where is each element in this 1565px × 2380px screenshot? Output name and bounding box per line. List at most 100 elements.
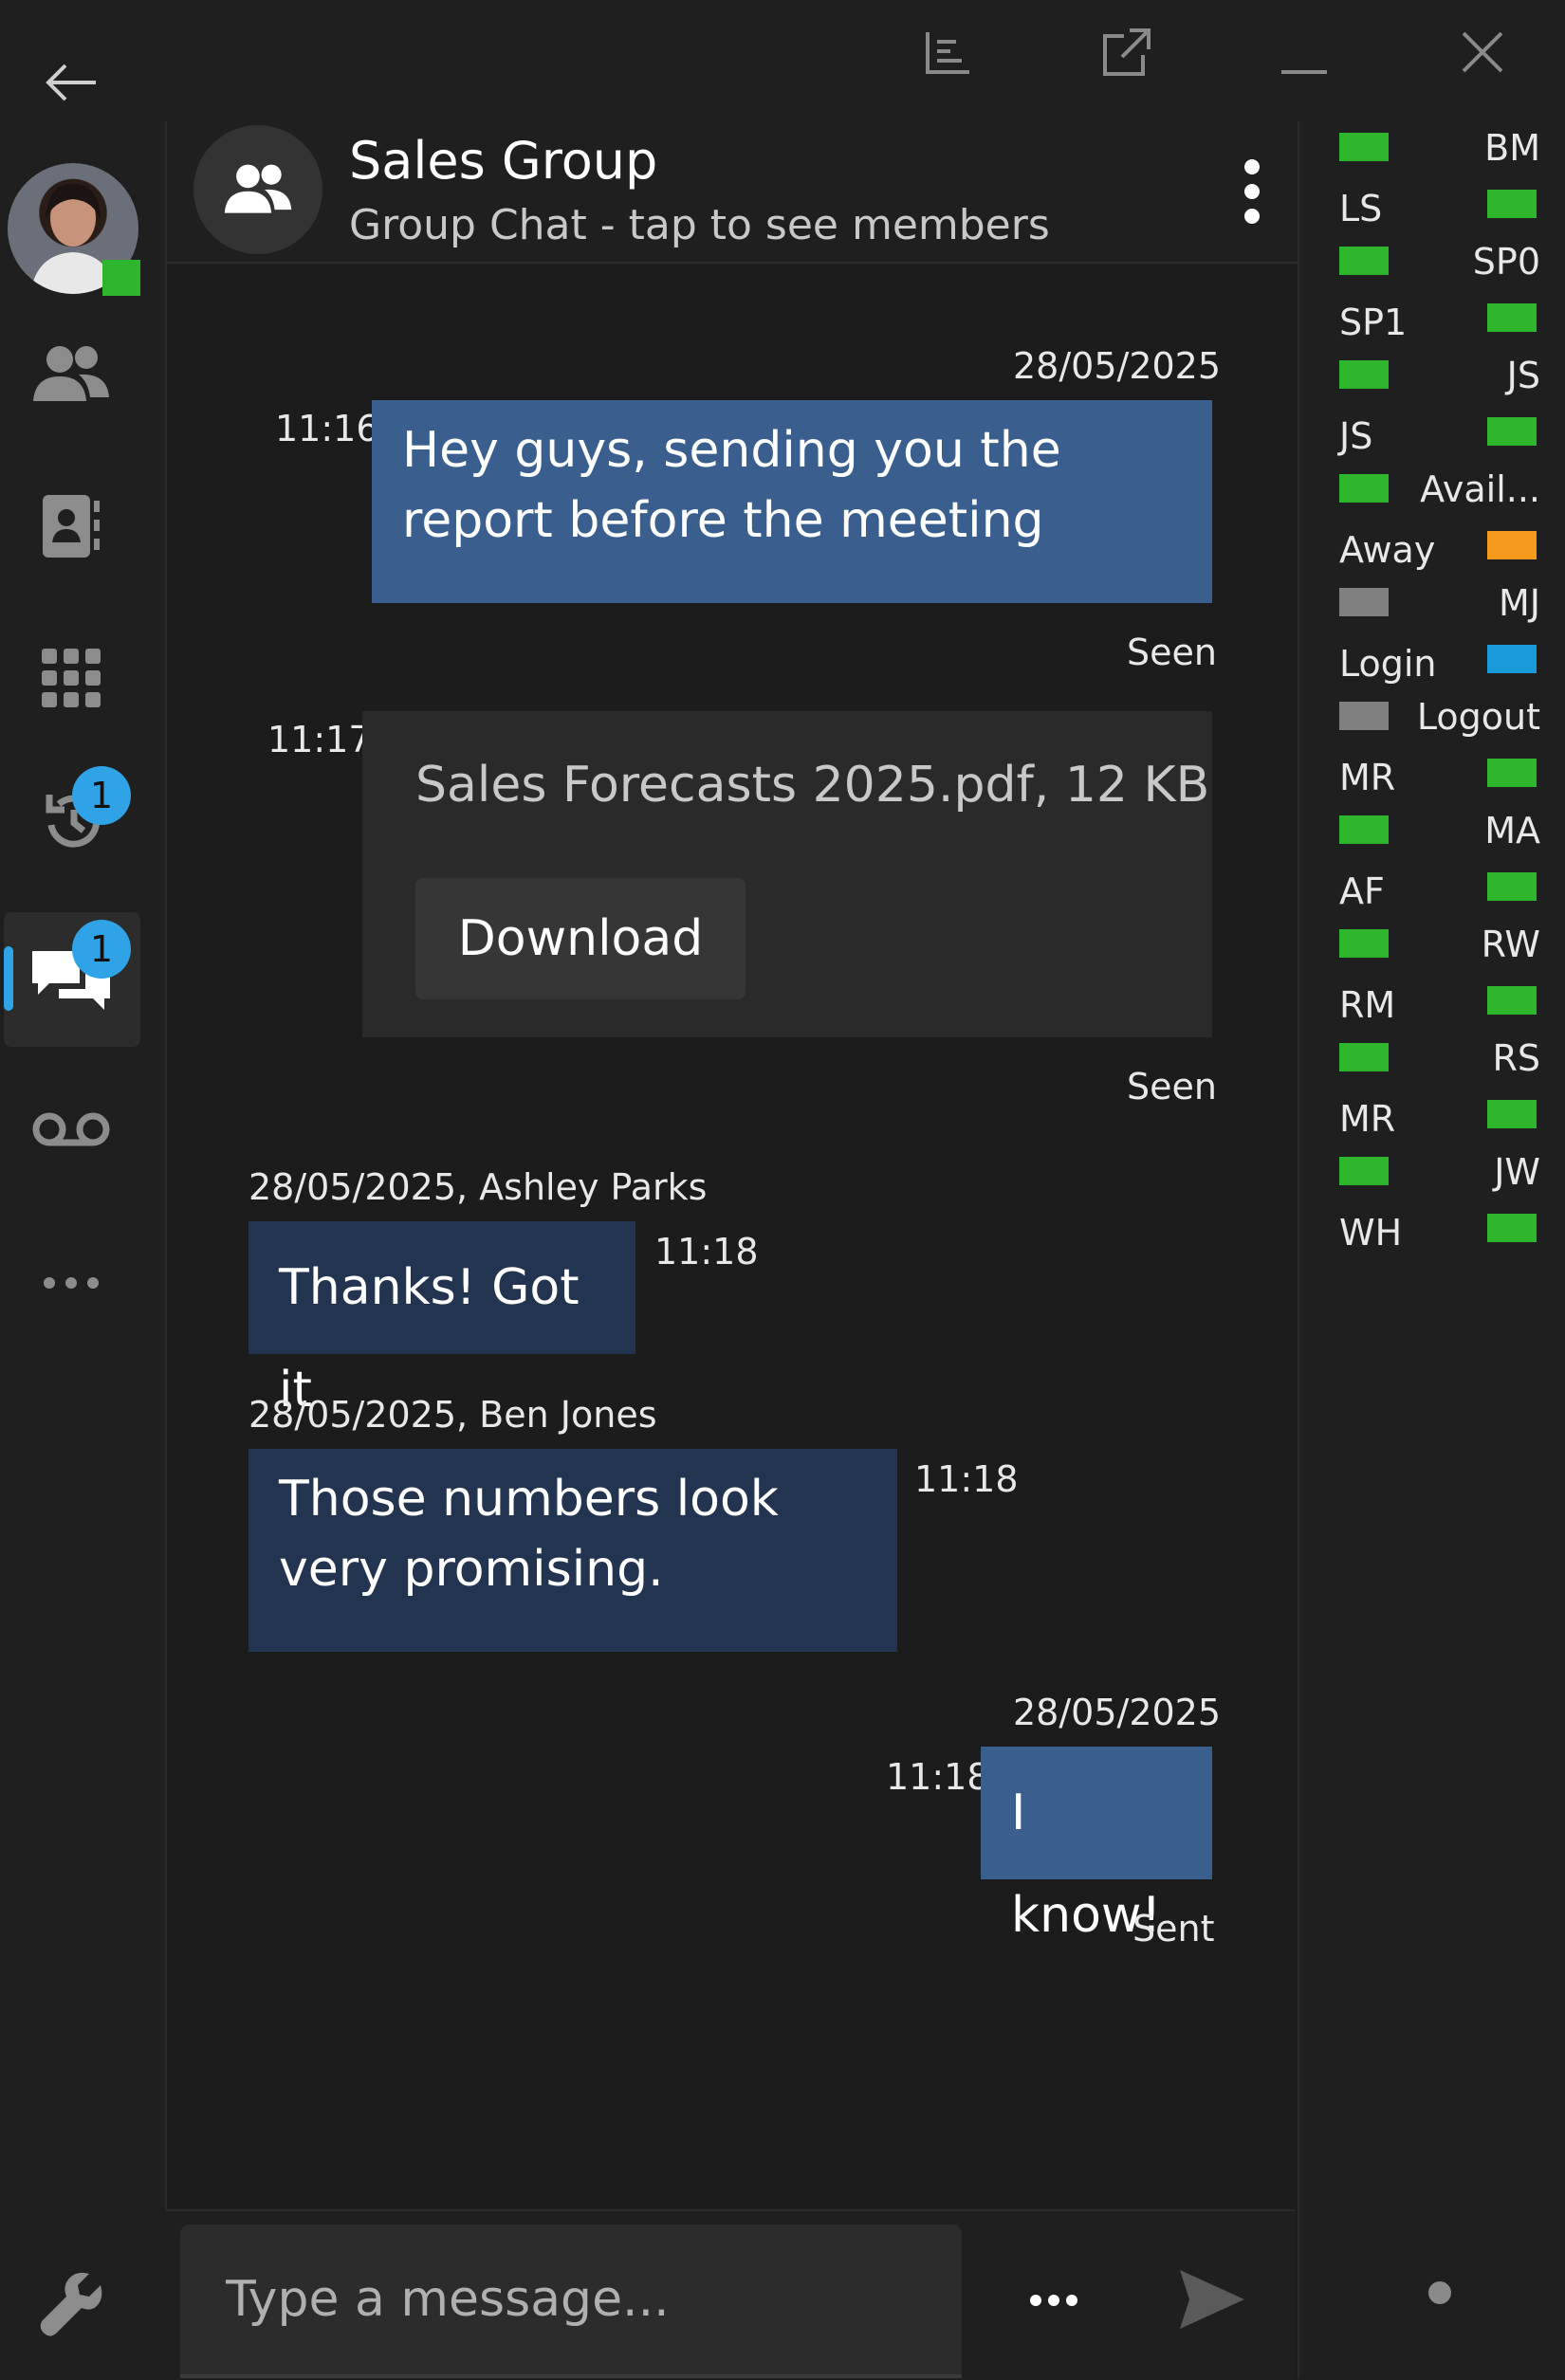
presence-item[interactable]: SP1 bbox=[1335, 302, 1540, 349]
presence-item[interactable]: RM bbox=[1335, 984, 1540, 1032]
sender-meta: 28/05/2025, Ashley Parks bbox=[249, 1166, 708, 1208]
presence-item[interactable]: BM bbox=[1335, 127, 1540, 178]
own-message-bubble[interactable]: I know! bbox=[981, 1747, 1212, 1944]
address-book-icon bbox=[43, 495, 100, 558]
presence-label: JS bbox=[1339, 415, 1373, 457]
chat-title: Sales Group bbox=[349, 131, 658, 191]
presence-status-indicator bbox=[1339, 1157, 1389, 1185]
presence-label: Login bbox=[1339, 643, 1437, 685]
layout-icon[interactable] bbox=[914, 19, 981, 85]
presence-status-indicator bbox=[1487, 190, 1537, 218]
nav-dialpad[interactable] bbox=[19, 626, 123, 730]
people-icon bbox=[33, 346, 109, 401]
presence-item[interactable]: Avail... bbox=[1335, 468, 1540, 520]
presence-status-indicator bbox=[1339, 360, 1389, 389]
presence-item[interactable]: Login bbox=[1335, 643, 1540, 690]
download-button[interactable]: Download bbox=[415, 878, 746, 999]
message-input[interactable] bbox=[180, 2224, 962, 2378]
presence-label: JW bbox=[1494, 1151, 1540, 1193]
presence-label: Logout bbox=[1416, 696, 1540, 738]
presence-status-indicator bbox=[1487, 531, 1537, 559]
presence-item[interactable]: SP0 bbox=[1335, 241, 1540, 292]
message-date: 28/05/2025 bbox=[1013, 1692, 1222, 1733]
message-time: 11:18 bbox=[914, 1458, 1019, 1500]
presence-label: MR bbox=[1339, 1098, 1396, 1140]
chat-subtitle[interactable]: Group Chat - tap to see members bbox=[349, 201, 1050, 249]
minimize-icon[interactable] bbox=[1271, 19, 1337, 85]
presence-item[interactable]: JS bbox=[1335, 355, 1540, 406]
message-time: 11:18 bbox=[654, 1231, 759, 1272]
presence-label: SP1 bbox=[1339, 302, 1408, 343]
incoming-message-bubble[interactable]: Those numbers look very promising. bbox=[249, 1449, 897, 1652]
voicemail-icon bbox=[32, 1112, 110, 1146]
nav-settings[interactable] bbox=[19, 2253, 123, 2357]
presence-item[interactable]: JW bbox=[1335, 1151, 1540, 1202]
incoming-message-bubble[interactable]: Thanks! Got it bbox=[249, 1221, 635, 1419]
sender-meta: 28/05/2025, Ben Jones bbox=[249, 1394, 657, 1436]
presence-item[interactable]: JS bbox=[1335, 415, 1540, 463]
file-name: Sales Forecasts 2025.pdf, 12 KB bbox=[415, 757, 1210, 814]
nav-address-book[interactable] bbox=[19, 474, 123, 578]
presence-status-indicator bbox=[1339, 702, 1389, 730]
message-time: 11:18 bbox=[886, 1756, 990, 1798]
history-badge: 1 bbox=[72, 766, 131, 825]
presence-label: BM bbox=[1484, 127, 1540, 169]
presence-item[interactable]: RW bbox=[1335, 924, 1540, 975]
presence-status-indicator bbox=[1339, 588, 1389, 616]
chat-options-icon[interactable] bbox=[1233, 157, 1271, 226]
presence-item[interactable]: Logout bbox=[1335, 696, 1540, 747]
own-message-bubble[interactable]: Hey guys, sending you the report before … bbox=[372, 400, 1212, 603]
presence-label: LS bbox=[1339, 188, 1383, 229]
user-status-indicator bbox=[102, 260, 140, 296]
file-attachment-card[interactable]: Sales Forecasts 2025.pdf, 12 KB Download bbox=[362, 711, 1212, 1037]
presence-label: RW bbox=[1481, 924, 1540, 965]
presence-item[interactable]: MR bbox=[1335, 1098, 1540, 1145]
presence-label: RM bbox=[1339, 984, 1396, 1026]
presence-label: MA bbox=[1484, 810, 1540, 851]
group-avatar[interactable] bbox=[193, 125, 322, 254]
presence-status-indicator bbox=[1339, 815, 1389, 844]
presence-status-indicator bbox=[1487, 759, 1537, 787]
presence-item[interactable]: MR bbox=[1335, 757, 1540, 804]
presence-label: JS bbox=[1506, 355, 1540, 396]
chat-header[interactable]: Sales Group Group Chat - tap to see memb… bbox=[167, 121, 1298, 264]
pop-out-icon[interactable] bbox=[1093, 19, 1159, 85]
nav-voicemail[interactable] bbox=[19, 1077, 123, 1181]
presence-status-indicator bbox=[1339, 1043, 1389, 1071]
group-icon bbox=[224, 164, 292, 213]
presence-item[interactable]: LS bbox=[1335, 188, 1540, 235]
presence-status-indicator bbox=[1339, 474, 1389, 503]
presence-item[interactable]: WH bbox=[1335, 1212, 1540, 1259]
presence-status-indicator bbox=[1487, 1214, 1537, 1242]
wrench-icon bbox=[40, 2272, 102, 2336]
presence-status-indicator bbox=[1487, 417, 1537, 446]
message-status: Seen bbox=[1127, 1066, 1217, 1108]
close-icon[interactable] bbox=[1449, 19, 1516, 85]
presence-item[interactable]: RS bbox=[1335, 1037, 1540, 1089]
presence-item[interactable]: Away bbox=[1335, 529, 1540, 577]
presence-handle-icon[interactable] bbox=[1428, 2281, 1451, 2304]
dialpad-icon bbox=[42, 649, 101, 707]
nav-more[interactable] bbox=[19, 1231, 123, 1335]
message-time: 11:16 bbox=[275, 408, 379, 449]
presence-item[interactable]: MJ bbox=[1335, 582, 1540, 633]
presence-status-indicator bbox=[1487, 872, 1537, 901]
presence-status-indicator bbox=[1339, 133, 1389, 161]
send-icon[interactable] bbox=[1178, 2268, 1246, 2331]
presence-status-indicator bbox=[1339, 247, 1389, 275]
presence-item[interactable]: AF bbox=[1335, 870, 1540, 918]
nav-active-indicator bbox=[4, 946, 13, 1011]
composer-more-icon[interactable] bbox=[1021, 2281, 1087, 2319]
back-arrow-icon[interactable] bbox=[38, 49, 104, 116]
message-status: Sent bbox=[1132, 1908, 1215, 1950]
presence-label: SP0 bbox=[1472, 241, 1540, 283]
presence-label: MJ bbox=[1499, 582, 1540, 624]
presence-item[interactable]: MA bbox=[1335, 810, 1540, 861]
presence-status-indicator bbox=[1487, 303, 1537, 332]
message-time: 11:17 bbox=[267, 719, 372, 760]
presence-label: AF bbox=[1339, 870, 1385, 912]
more-icon bbox=[44, 1277, 99, 1289]
nav-contacts[interactable] bbox=[19, 322, 123, 427]
presence-label: WH bbox=[1339, 1212, 1403, 1254]
message-status: Seen bbox=[1127, 632, 1217, 673]
